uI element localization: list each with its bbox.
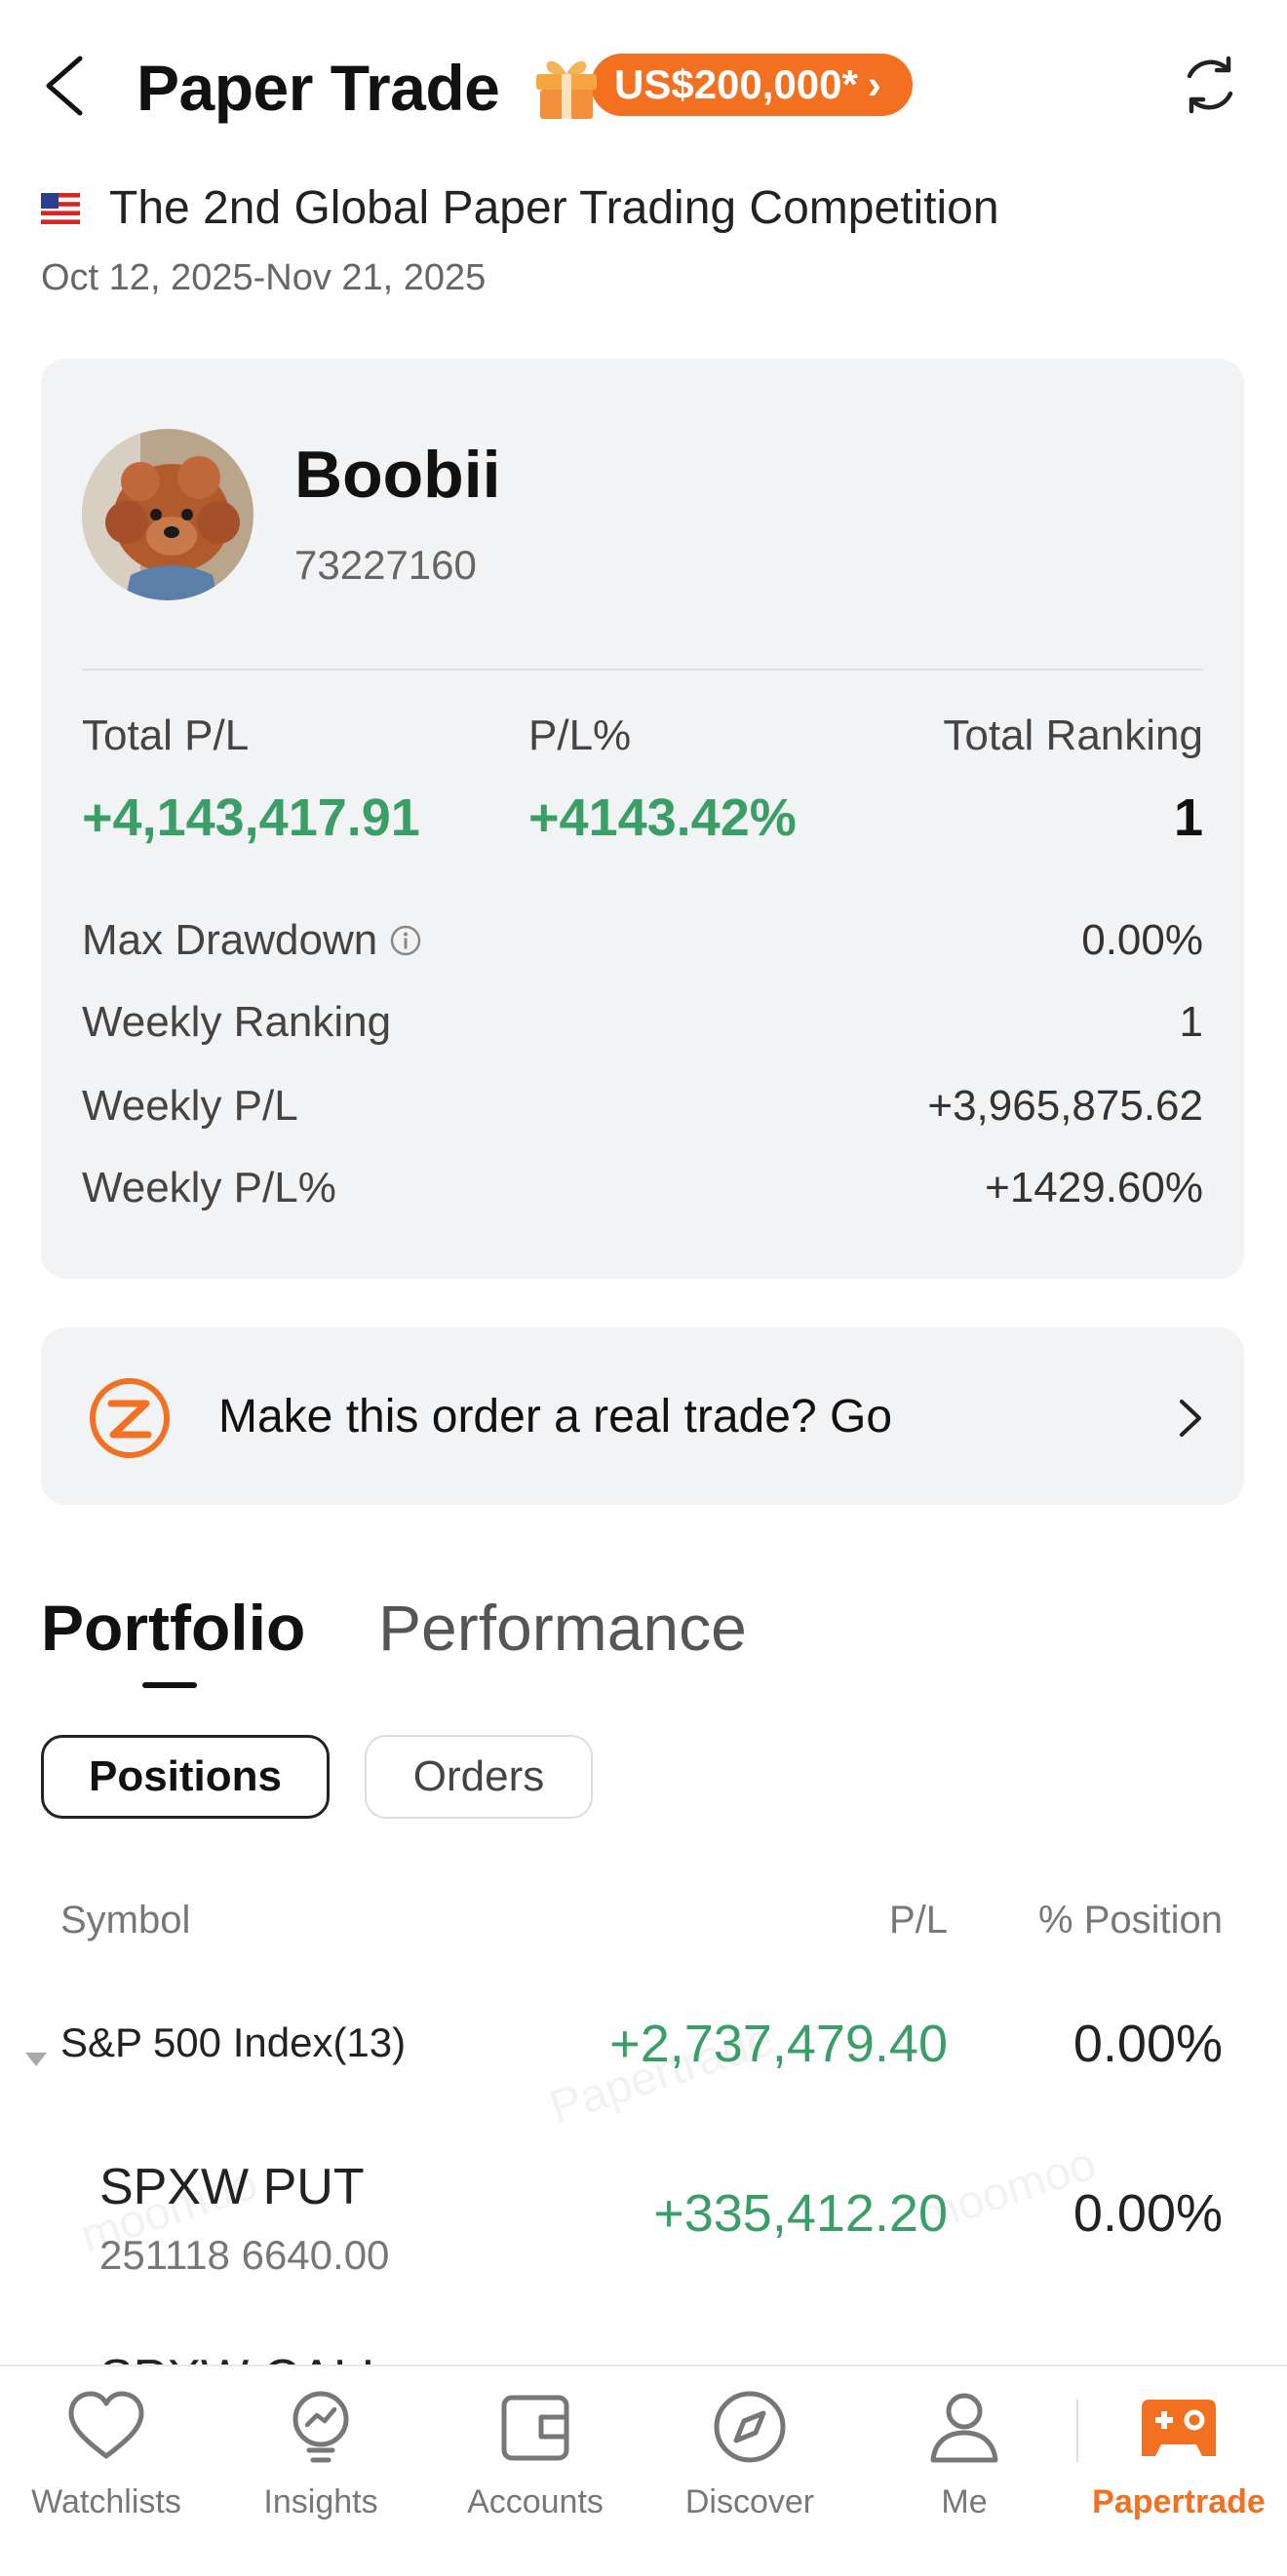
nav-item-discover[interactable]: Discover [657, 2384, 842, 2521]
tab-performance[interactable]: Performance [378, 1591, 747, 1665]
weekly-ranking-label: Weekly Ranking [82, 998, 392, 1046]
pl-pct-label: P/L% [528, 711, 632, 759]
tab-portfolio[interactable]: Portfolio [41, 1591, 305, 1665]
heart-icon [68, 2391, 144, 2459]
prize-promo-badge[interactable]: US$200,000* › [528, 51, 913, 119]
row-pl-value: +2,737,479.40 [609, 2015, 948, 2073]
us-flag-icon [41, 192, 80, 224]
max-drawdown-value: 0.00% [1081, 916, 1203, 964]
user-id: 73227160 [294, 542, 477, 588]
max-drawdown-label: Max Drawdown [82, 916, 378, 964]
prize-amount-pill[interactable]: US$200,000* › [591, 54, 913, 116]
nav-item-me[interactable]: Me [872, 2384, 1057, 2521]
column-header-pl[interactable]: P/L [889, 1899, 948, 1942]
nav-item-papertrade[interactable]: Papertrade [1086, 2384, 1271, 2521]
row-position-value: 0.00% [1072, 2184, 1223, 2243]
wallet-icon [501, 2395, 569, 2461]
row-symbol-name: SPXW PUT [99, 2159, 365, 2215]
nav-label: Watchlists [31, 2483, 181, 2520]
lightbulb-icon [292, 2391, 349, 2463]
nav-label: Accounts [467, 2483, 604, 2520]
total-pl-label: Total P/L [82, 711, 250, 759]
prize-amount: US$200,000* [614, 61, 858, 107]
gamepad-icon [1142, 2400, 1216, 2456]
collapse-triangle-icon[interactable] [23, 2051, 49, 2068]
dog-photo-icon [82, 429, 254, 600]
column-header-position[interactable]: % Position [1038, 1899, 1223, 1942]
weekly-pl-pct-label: Weekly P/L% [82, 1164, 336, 1211]
info-icon[interactable] [389, 924, 422, 957]
nav-item-insights[interactable]: Insights [228, 2384, 413, 2521]
nav-label: Discover [684, 2483, 815, 2520]
weekly-pl-value: +3,965,875.62 [927, 1082, 1203, 1130]
chevron-right-icon[interactable] [1172, 1394, 1207, 1442]
total-ranking-label: Total Ranking [943, 711, 1203, 759]
nav-label: Insights [263, 2483, 378, 2520]
page-title: Paper Trade [136, 52, 500, 124]
refresh-icon[interactable] [1178, 53, 1242, 117]
weekly-pl-label: Weekly P/L [82, 1082, 298, 1130]
gift-icon [536, 60, 597, 119]
compass-icon [714, 2391, 786, 2463]
username: Boobii [294, 438, 501, 512]
row-symbol-name: S&P 500 Index(13) [60, 2019, 407, 2065]
nav-label: Me [941, 2483, 988, 2520]
competition-dates: Oct 12, 2025-Nov 21, 2025 [41, 257, 487, 298]
chevron-right-small-icon: › [867, 61, 881, 107]
total-pl-value: +4,143,417.91 [82, 788, 420, 847]
nav-label: Papertrade [1092, 2483, 1266, 2520]
total-ranking-value: 1 [1173, 788, 1203, 847]
subtab-orders[interactable]: Orders [365, 1735, 593, 1819]
card-divider [82, 669, 1203, 671]
weekly-ranking-value: 1 [1179, 998, 1203, 1046]
subtab-positions[interactable]: Positions [41, 1735, 330, 1819]
nav-separator [1076, 2400, 1078, 2462]
avatar [82, 429, 254, 600]
row-position-value: 0.00% [1072, 2015, 1223, 2073]
person-icon [930, 2393, 998, 2463]
column-header-symbol[interactable]: Symbol [60, 1899, 190, 1942]
competition-title: The 2nd Global Paper Trading Competition [109, 182, 999, 234]
pl-pct-value: +4143.42% [528, 788, 797, 847]
tab-active-indicator [142, 1682, 197, 1688]
nav-item-accounts[interactable]: Accounts [443, 2384, 628, 2521]
max-drawdown-row: Max Drawdown [82, 916, 422, 965]
row-pl-value: +335,412.20 [653, 2184, 948, 2243]
nav-item-watchlists[interactable]: Watchlists [14, 2384, 199, 2521]
competition-title-row: The 2nd Global Paper Trading Competition [41, 181, 999, 235]
back-arrow-icon[interactable] [37, 51, 96, 121]
real-trade-text[interactable]: Make this order a real trade? Go [218, 1390, 892, 1443]
weekly-pl-pct-value: +1429.60% [985, 1164, 1203, 1211]
moomoo-logo-icon [90, 1378, 170, 1458]
row-symbol-sub: 251118 6640.00 [99, 2232, 390, 2278]
